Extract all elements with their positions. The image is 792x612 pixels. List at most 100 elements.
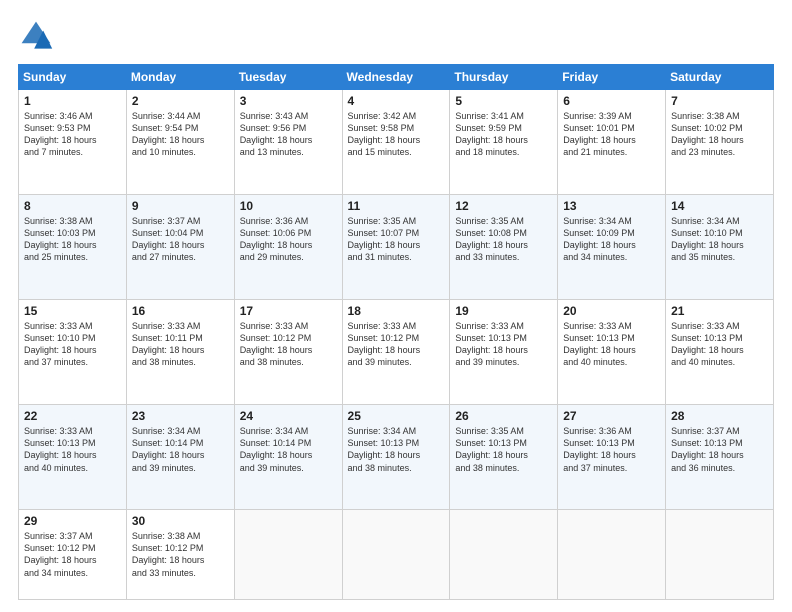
calendar-cell xyxy=(234,510,342,600)
day-detail: Sunrise: 3:41 AM Sunset: 9:59 PM Dayligh… xyxy=(455,110,552,159)
calendar-cell xyxy=(558,510,666,600)
calendar-cell: 4 Sunrise: 3:42 AM Sunset: 9:58 PM Daylig… xyxy=(342,90,450,195)
header xyxy=(18,18,774,54)
calendar-cell: 3 Sunrise: 3:43 AM Sunset: 9:56 PM Daylig… xyxy=(234,90,342,195)
calendar-cell: 12 Sunrise: 3:35 AM Sunset: 10:08 PM Dayl… xyxy=(450,195,558,300)
day-number: 7 xyxy=(671,94,768,108)
day-number: 20 xyxy=(563,304,660,318)
day-number: 28 xyxy=(671,409,768,423)
calendar-cell: 30 Sunrise: 3:38 AM Sunset: 10:12 PM Dayl… xyxy=(126,510,234,600)
col-header-friday: Friday xyxy=(558,65,666,90)
day-detail: Sunrise: 3:38 AM Sunset: 10:12 PM Daylig… xyxy=(132,530,229,579)
day-detail: Sunrise: 3:34 AM Sunset: 10:14 PM Daylig… xyxy=(240,425,337,474)
col-header-wednesday: Wednesday xyxy=(342,65,450,90)
calendar-cell: 10 Sunrise: 3:36 AM Sunset: 10:06 PM Dayl… xyxy=(234,195,342,300)
calendar-cell: 5 Sunrise: 3:41 AM Sunset: 9:59 PM Daylig… xyxy=(450,90,558,195)
day-number: 24 xyxy=(240,409,337,423)
day-number: 21 xyxy=(671,304,768,318)
calendar-cell xyxy=(666,510,774,600)
day-detail: Sunrise: 3:33 AM Sunset: 10:13 PM Daylig… xyxy=(563,320,660,369)
day-number: 23 xyxy=(132,409,229,423)
day-detail: Sunrise: 3:35 AM Sunset: 10:13 PM Daylig… xyxy=(455,425,552,474)
day-detail: Sunrise: 3:33 AM Sunset: 10:12 PM Daylig… xyxy=(348,320,445,369)
calendar-cell: 24 Sunrise: 3:34 AM Sunset: 10:14 PM Dayl… xyxy=(234,405,342,510)
calendar-cell: 19 Sunrise: 3:33 AM Sunset: 10:13 PM Dayl… xyxy=(450,300,558,405)
calendar-cell: 6 Sunrise: 3:39 AM Sunset: 10:01 PM Dayli… xyxy=(558,90,666,195)
day-number: 30 xyxy=(132,514,229,528)
day-number: 2 xyxy=(132,94,229,108)
day-detail: Sunrise: 3:33 AM Sunset: 10:13 PM Daylig… xyxy=(671,320,768,369)
day-number: 15 xyxy=(24,304,121,318)
calendar-cell: 1 Sunrise: 3:46 AM Sunset: 9:53 PM Daylig… xyxy=(19,90,127,195)
calendar-cell: 17 Sunrise: 3:33 AM Sunset: 10:12 PM Dayl… xyxy=(234,300,342,405)
day-number: 8 xyxy=(24,199,121,213)
calendar-cell: 18 Sunrise: 3:33 AM Sunset: 10:12 PM Dayl… xyxy=(342,300,450,405)
calendar-table: SundayMondayTuesdayWednesdayThursdayFrid… xyxy=(18,64,774,600)
day-detail: Sunrise: 3:34 AM Sunset: 10:13 PM Daylig… xyxy=(348,425,445,474)
day-number: 26 xyxy=(455,409,552,423)
day-number: 5 xyxy=(455,94,552,108)
day-detail: Sunrise: 3:33 AM Sunset: 10:12 PM Daylig… xyxy=(240,320,337,369)
col-header-thursday: Thursday xyxy=(450,65,558,90)
calendar-cell: 29Sunrise: 3:37 AM Sunset: 10:12 PM Dayl… xyxy=(19,510,127,600)
day-number: 3 xyxy=(240,94,337,108)
day-detail: Sunrise: 3:36 AM Sunset: 10:06 PM Daylig… xyxy=(240,215,337,264)
day-number: 12 xyxy=(455,199,552,213)
day-number: 9 xyxy=(132,199,229,213)
day-detail: Sunrise: 3:35 AM Sunset: 10:08 PM Daylig… xyxy=(455,215,552,264)
day-detail: Sunrise: 3:37 AM Sunset: 10:04 PM Daylig… xyxy=(132,215,229,264)
day-number: 14 xyxy=(671,199,768,213)
day-detail: Sunrise: 3:35 AM Sunset: 10:07 PM Daylig… xyxy=(348,215,445,264)
calendar-cell: 15 Sunrise: 3:33 AM Sunset: 10:10 PM Dayl… xyxy=(19,300,127,405)
day-detail: Sunrise: 3:34 AM Sunset: 10:10 PM Daylig… xyxy=(671,215,768,264)
day-number: 4 xyxy=(348,94,445,108)
calendar-cell: 2 Sunrise: 3:44 AM Sunset: 9:54 PM Daylig… xyxy=(126,90,234,195)
day-detail: Sunrise: 3:43 AM Sunset: 9:56 PM Dayligh… xyxy=(240,110,337,159)
day-number: 27 xyxy=(563,409,660,423)
day-detail: Sunrise: 3:34 AM Sunset: 10:09 PM Daylig… xyxy=(563,215,660,264)
day-detail: Sunrise: 3:33 AM Sunset: 10:11 PM Daylig… xyxy=(132,320,229,369)
day-detail: Sunrise: 3:37 AM Sunset: 10:13 PM Daylig… xyxy=(671,425,768,474)
day-detail: Sunrise: 3:39 AM Sunset: 10:01 PM Daylig… xyxy=(563,110,660,159)
col-header-sunday: Sunday xyxy=(19,65,127,90)
day-detail: Sunrise: 3:33 AM Sunset: 10:13 PM Daylig… xyxy=(455,320,552,369)
calendar-cell: 20 Sunrise: 3:33 AM Sunset: 10:13 PM Dayl… xyxy=(558,300,666,405)
day-number: 22 xyxy=(24,409,121,423)
day-detail: Sunrise: 3:37 AM Sunset: 10:12 PM Daylig… xyxy=(24,530,121,579)
calendar-cell: 14 Sunrise: 3:34 AM Sunset: 10:10 PM Dayl… xyxy=(666,195,774,300)
day-number: 10 xyxy=(240,199,337,213)
day-number: 11 xyxy=(348,199,445,213)
day-detail: Sunrise: 3:33 AM Sunset: 10:10 PM Daylig… xyxy=(24,320,121,369)
page: SundayMondayTuesdayWednesdayThursdayFrid… xyxy=(0,0,792,612)
col-header-tuesday: Tuesday xyxy=(234,65,342,90)
calendar-cell: 8Sunrise: 3:38 AM Sunset: 10:03 PM Dayli… xyxy=(19,195,127,300)
calendar-cell: 28 Sunrise: 3:37 AM Sunset: 10:13 PM Dayl… xyxy=(666,405,774,510)
day-number: 1 xyxy=(24,94,121,108)
day-number: 25 xyxy=(348,409,445,423)
calendar-cell xyxy=(342,510,450,600)
day-detail: Sunrise: 3:34 AM Sunset: 10:14 PM Daylig… xyxy=(132,425,229,474)
calendar-cell: 16Sunrise: 3:33 AM Sunset: 10:11 PM Dayl… xyxy=(126,300,234,405)
day-number: 13 xyxy=(563,199,660,213)
calendar-cell: 26 Sunrise: 3:35 AM Sunset: 10:13 PM Dayl… xyxy=(450,405,558,510)
day-number: 6 xyxy=(563,94,660,108)
calendar-cell: 27 Sunrise: 3:36 AM Sunset: 10:13 PM Dayl… xyxy=(558,405,666,510)
logo xyxy=(18,18,58,54)
day-detail: Sunrise: 3:38 AM Sunset: 10:02 PM Daylig… xyxy=(671,110,768,159)
day-number: 19 xyxy=(455,304,552,318)
day-detail: Sunrise: 3:36 AM Sunset: 10:13 PM Daylig… xyxy=(563,425,660,474)
day-number: 17 xyxy=(240,304,337,318)
calendar-cell: 21 Sunrise: 3:33 AM Sunset: 10:13 PM Dayl… xyxy=(666,300,774,405)
day-detail: Sunrise: 3:42 AM Sunset: 9:58 PM Dayligh… xyxy=(348,110,445,159)
calendar-cell: 7 Sunrise: 3:38 AM Sunset: 10:02 PM Dayli… xyxy=(666,90,774,195)
day-number: 18 xyxy=(348,304,445,318)
logo-icon xyxy=(18,18,54,54)
calendar-cell: 11 Sunrise: 3:35 AM Sunset: 10:07 PM Dayl… xyxy=(342,195,450,300)
day-detail: Sunrise: 3:33 AM Sunset: 10:13 PM Daylig… xyxy=(24,425,121,474)
day-detail: Sunrise: 3:46 AM Sunset: 9:53 PM Dayligh… xyxy=(24,110,121,159)
calendar-cell: 13 Sunrise: 3:34 AM Sunset: 10:09 PM Dayl… xyxy=(558,195,666,300)
calendar-cell: 9 Sunrise: 3:37 AM Sunset: 10:04 PM Dayli… xyxy=(126,195,234,300)
calendar-cell: 25 Sunrise: 3:34 AM Sunset: 10:13 PM Dayl… xyxy=(342,405,450,510)
day-detail: Sunrise: 3:44 AM Sunset: 9:54 PM Dayligh… xyxy=(132,110,229,159)
calendar-cell: 22 Sunrise: 3:33 AM Sunset: 10:13 PM Dayl… xyxy=(19,405,127,510)
